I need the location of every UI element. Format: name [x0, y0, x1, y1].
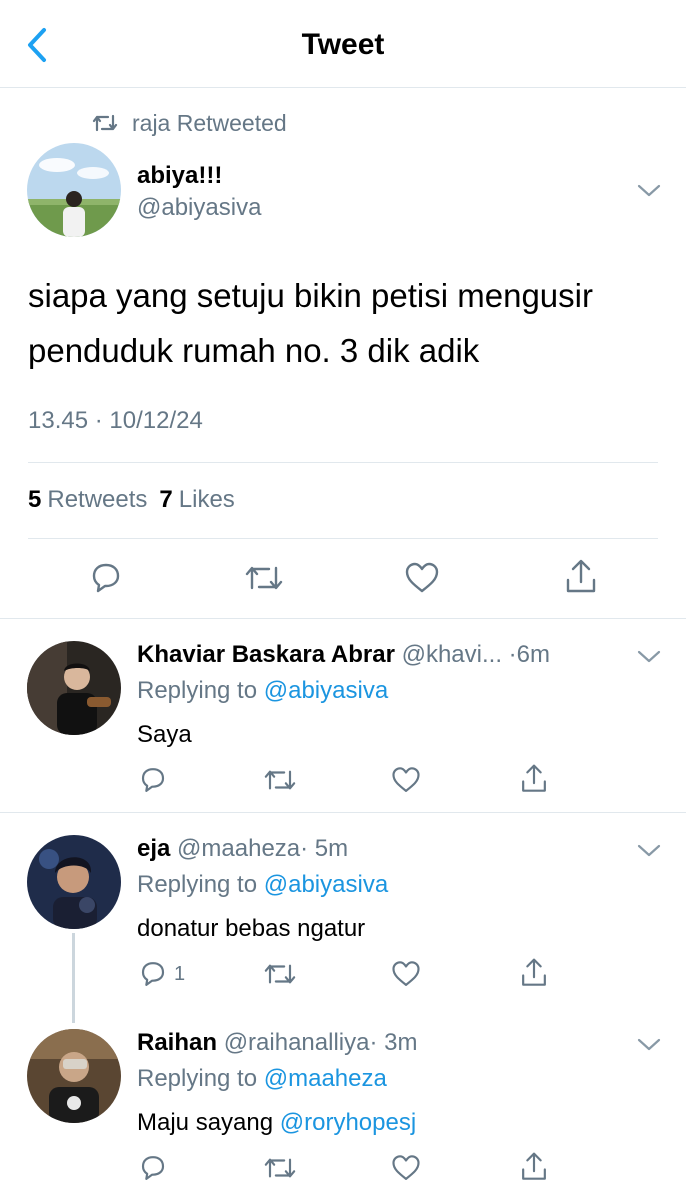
replying-to-link[interactable]: @maaheza [264, 1065, 387, 1092]
heart-icon [405, 562, 439, 593]
like-button[interactable] [390, 959, 422, 989]
reply-text-prefix: Maju sayang [137, 1109, 274, 1136]
chevron-down-icon [637, 184, 661, 197]
heart-icon [392, 767, 420, 792]
header-bar: Tweet [0, 0, 686, 88]
like-button[interactable] [390, 1153, 422, 1183]
chevron-down-icon [637, 650, 661, 663]
reply-icon [92, 563, 120, 593]
likes-count: 7 [159, 486, 173, 513]
reply-count: 1 [174, 962, 186, 985]
retweet-button[interactable] [263, 765, 297, 795]
share-button[interactable] [519, 1151, 549, 1183]
reply-icon [141, 768, 165, 792]
reply-author-name[interactable]: Khaviar Baskara Abrar [137, 641, 395, 668]
chevron-down-icon [637, 1038, 661, 1051]
reply-text: Saya [137, 721, 192, 748]
mention-link[interactable]: @roryhopesj [280, 1109, 416, 1136]
reply-text: donatur bebas ngatur [137, 915, 366, 942]
reply-options-button[interactable] [636, 843, 662, 859]
reply-icon [141, 962, 165, 986]
replying-to: Replying to @maaheza [137, 1065, 387, 1093]
reply-button[interactable]: 1 [138, 959, 185, 989]
replying-to-link[interactable]: @abiyasiva [264, 677, 388, 704]
retweets-count: 5 [28, 486, 42, 513]
retweet-button[interactable] [244, 560, 284, 596]
retweeted-by[interactable]: raja Retweeted [92, 108, 287, 138]
reply-author-name[interactable]: Raihan [137, 1029, 217, 1056]
like-button[interactable] [403, 560, 441, 596]
retweet-button[interactable] [263, 1153, 297, 1183]
share-button[interactable] [519, 763, 549, 795]
replying-to: Replying to @abiyasiva [137, 871, 388, 899]
replying-to-label: Replying to [137, 871, 258, 898]
reply-time: · 3m [369, 1029, 418, 1056]
retweet-button[interactable] [263, 959, 297, 989]
share-icon [566, 559, 596, 593]
heart-icon [392, 961, 420, 986]
retweet-icon [245, 566, 283, 590]
reply-button[interactable] [88, 560, 124, 596]
avatar[interactable] [27, 835, 121, 929]
divider [28, 538, 658, 539]
retweets-stat[interactable]: 5 Retweets [28, 486, 147, 514]
reply-author-handle[interactable]: @khavi... [402, 641, 502, 668]
likes-label: Likes [178, 486, 235, 513]
retweet-icon [264, 1158, 296, 1178]
replying-to: Replying to @abiyasiva [137, 677, 388, 705]
reply-header: Khaviar Baskara Abrar @khavi... ·6m [137, 641, 550, 669]
retweet-icon [92, 114, 118, 132]
tweet-options-button[interactable] [636, 183, 662, 199]
retweet-icon [264, 770, 296, 790]
retweet-icon [264, 964, 296, 984]
replying-to-link[interactable]: @abiyasiva [264, 871, 388, 898]
avatar[interactable] [27, 1029, 121, 1123]
share-button[interactable] [563, 558, 599, 596]
chevron-down-icon [637, 844, 661, 857]
page-title: Tweet [301, 28, 385, 61]
share-button[interactable] [519, 957, 549, 989]
reply-options-button[interactable] [636, 1037, 662, 1053]
tweet-stats: 5 Retweets 7 Likes [28, 486, 235, 514]
reply-text: Maju sayang @roryhopesj [137, 1109, 416, 1137]
heart-icon [392, 1155, 420, 1180]
divider [0, 618, 686, 619]
reply-button[interactable] [138, 765, 174, 795]
tweet-timestamp[interactable]: 13.45 · 10/12/24 [28, 407, 203, 435]
reply-icon [141, 1156, 165, 1180]
divider [0, 812, 686, 813]
reply-time: · 5m [300, 835, 349, 862]
reply-time: ·6m [508, 641, 551, 668]
share-icon [522, 764, 546, 792]
share-icon [522, 1152, 546, 1180]
thread-connector [72, 933, 75, 1023]
like-button[interactable] [390, 765, 422, 795]
likes-stat[interactable]: 7 Likes [159, 486, 234, 514]
divider [28, 462, 658, 463]
reply-author-handle[interactable]: @raihanalliya [224, 1029, 370, 1056]
reply-header: eja @maaheza· 5m [137, 835, 348, 863]
reply-author-name[interactable]: eja [137, 835, 170, 862]
share-icon [522, 958, 546, 986]
retweets-label: Retweets [47, 486, 148, 513]
author-handle[interactable]: @abiyasiva [137, 194, 261, 222]
reply-button[interactable] [138, 1153, 174, 1183]
author-name[interactable]: abiya!!! [137, 162, 222, 190]
replying-to-label: Replying to [137, 677, 258, 704]
tweet-text: siapa yang setuju bikin petisi mengusir … [28, 277, 593, 369]
avatar[interactable] [27, 143, 121, 237]
avatar[interactable] [27, 641, 121, 735]
retweeted-by-label: raja Retweeted [132, 109, 287, 136]
replying-to-label: Replying to [137, 1065, 258, 1092]
reply-header: Raihan @raihanalliya· 3m [137, 1029, 417, 1057]
reply-options-button[interactable] [636, 649, 662, 665]
reply-author-handle[interactable]: @maaheza [177, 835, 300, 862]
